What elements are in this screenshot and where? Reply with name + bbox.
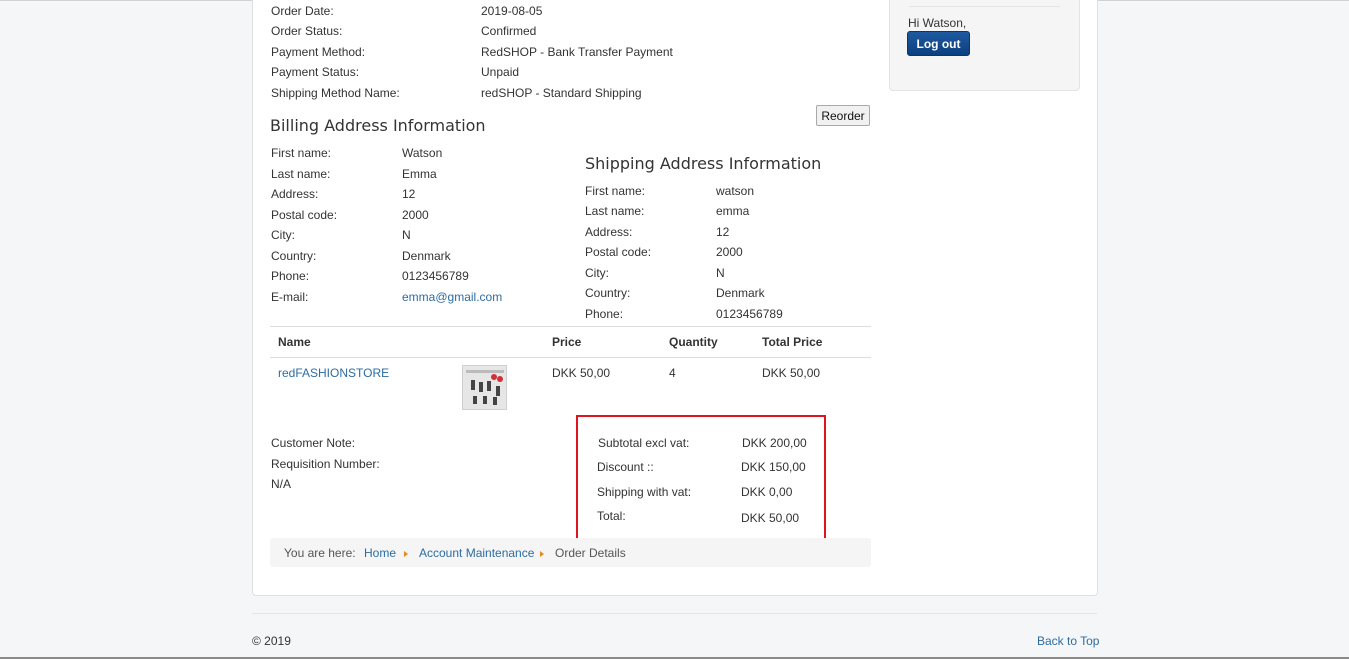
- billing-phone-value: 0123456789: [402, 269, 469, 283]
- order-date-value: 2019-08-05: [481, 4, 543, 18]
- shipping-address-label: Address:: [585, 225, 633, 239]
- billing-phone-label: Phone:: [271, 269, 310, 283]
- product-thumbnail[interactable]: [462, 365, 507, 410]
- subtotal-value: DKK 200,00: [742, 436, 807, 450]
- billing-address-value: 12: [402, 187, 416, 201]
- billing-postal-value: 2000: [402, 208, 429, 222]
- greeting-text: Hi Watson,: [908, 16, 967, 30]
- product-total-price: DKK 50,00: [762, 366, 821, 380]
- back-to-top-link[interactable]: Back to Top: [1037, 634, 1099, 648]
- billing-title: Billing Address Information: [270, 116, 486, 135]
- shipping-method-label: Shipping Method Name:: [271, 86, 400, 100]
- breadcrumb-home-link[interactable]: Home: [364, 546, 396, 560]
- sidebar-divider: [909, 6, 1060, 7]
- billing-country-label: Country:: [271, 249, 317, 263]
- header-price: Price: [552, 335, 582, 349]
- breadcrumb-account-link[interactable]: Account Maintenance: [419, 546, 534, 560]
- payment-status-label: Payment Status:: [271, 65, 360, 79]
- shipping-vat-label: Shipping with vat:: [597, 485, 692, 499]
- reorder-button[interactable]: Reorder: [816, 105, 870, 126]
- shipping-postal-value: 2000: [716, 245, 743, 259]
- total-value: DKK 50,00: [741, 511, 800, 525]
- shipping-last-name-value: emma: [716, 204, 750, 218]
- logout-button[interactable]: Log out: [907, 31, 970, 56]
- total-label: Total:: [597, 509, 626, 523]
- shipping-phone-value: 0123456789: [716, 307, 783, 321]
- billing-first-name-value: Watson: [402, 146, 443, 160]
- shipping-phone-label: Phone:: [585, 307, 624, 321]
- order-date-label: Order Date:: [271, 4, 334, 18]
- table-header-divider: [270, 357, 871, 358]
- billing-city-value: N: [402, 228, 411, 242]
- shipping-country-label: Country:: [585, 286, 631, 300]
- footer-divider: [252, 613, 1097, 614]
- shipping-last-name-label: Last name:: [585, 204, 645, 218]
- payment-method-value: RedSHOP - Bank Transfer Payment: [481, 45, 673, 59]
- shipping-address-value: 12: [716, 225, 730, 239]
- product-quantity: 4: [669, 366, 676, 380]
- shipping-first-name-value: watson: [716, 184, 755, 198]
- shipping-city-label: City:: [585, 266, 609, 280]
- discount-label: Discount ::: [597, 460, 654, 474]
- header-total-price: Total Price: [762, 335, 823, 349]
- shipping-country-value: Denmark: [716, 286, 765, 300]
- product-price: DKK 50,00: [552, 366, 611, 380]
- billing-email-label: E-mail:: [271, 290, 309, 304]
- payment-status-value: Unpaid: [481, 65, 520, 79]
- customer-note-label: Customer Note:: [271, 436, 356, 450]
- breadcrumb-arrow-icon: [540, 551, 544, 557]
- subtotal-label: Subtotal excl vat:: [598, 436, 690, 450]
- shipping-first-name-label: First name:: [585, 184, 646, 198]
- requisition-number-value: N/A: [271, 477, 292, 491]
- billing-email-link[interactable]: emma@gmail.com: [402, 290, 502, 304]
- shipping-city-value: N: [716, 266, 725, 280]
- billing-last-name-label: Last name:: [271, 167, 331, 181]
- requisition-number-label: Requisition Number:: [271, 457, 380, 471]
- order-status-label: Order Status:: [271, 24, 343, 38]
- shipping-vat-value: DKK 0,00: [741, 485, 793, 499]
- header-quantity: Quantity: [669, 335, 718, 349]
- payment-method-label: Payment Method:: [271, 45, 366, 59]
- shipping-title: Shipping Address Information: [585, 154, 822, 173]
- header-name: Name: [278, 335, 311, 349]
- shipping-method-value: redSHOP - Standard Shipping: [481, 86, 642, 100]
- billing-postal-label: Postal code:: [271, 208, 338, 222]
- billing-address-label: Address:: [271, 187, 319, 201]
- billing-country-value: Denmark: [402, 249, 451, 263]
- billing-city-label: City:: [271, 228, 295, 242]
- table-top-border: [270, 326, 871, 327]
- billing-first-name-label: First name:: [271, 146, 332, 160]
- breadcrumb-current: Order Details: [555, 546, 626, 560]
- order-status-value: Confirmed: [481, 24, 537, 38]
- copyright-text: © 2019: [252, 634, 291, 648]
- discount-value: DKK 150,00: [741, 460, 806, 474]
- breadcrumb-prefix: You are here:: [284, 546, 356, 560]
- billing-last-name-value: Emma: [402, 167, 437, 181]
- product-name-link[interactable]: redFASHIONSTORE: [278, 366, 389, 380]
- shipping-postal-label: Postal code:: [585, 245, 652, 259]
- breadcrumb-arrow-icon: [404, 551, 408, 557]
